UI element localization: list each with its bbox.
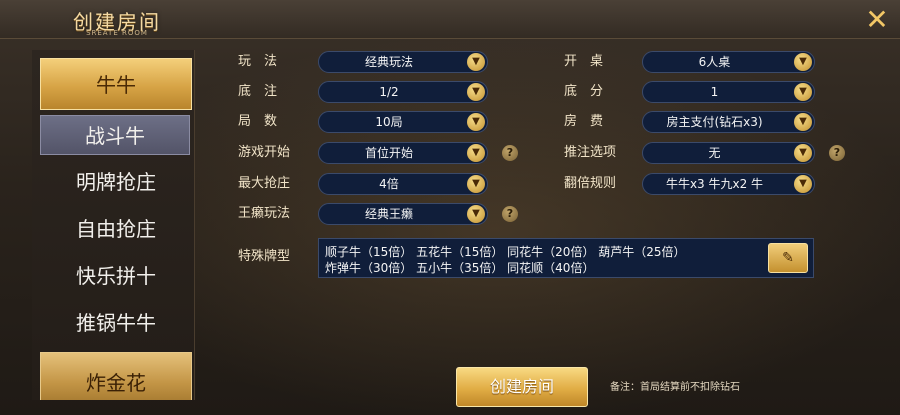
setting-label-fanbei: 翻倍规则 [564,176,617,191]
sidebar-item-kuaile[interactable]: 快乐拼十 [40,256,192,296]
create-room-button[interactable]: 创建房间 [456,367,588,407]
settings-area: 玩 法 经典玩法 ▼ 底 注 1/2 ▼ 局 数 10局 ▼ 游戏开始 首位开始… [205,42,890,407]
chevron-down-icon: ▼ [467,53,485,71]
setting-label-wanfa: 玩 法 [238,54,278,69]
select-value: 无 [708,146,721,160]
help-icon[interactable]: ? [502,206,518,222]
select-tuizhu[interactable]: 无 ▼ [642,142,815,164]
chevron-down-icon: ▼ [794,53,812,71]
sidebar-item-tuiguo[interactable]: 推锅牛牛 [40,303,192,343]
sidebar-item-label: 推锅牛牛 [76,311,156,335]
sidebar-category-niuniu[interactable]: 牛牛 [40,58,192,110]
select-start[interactable]: 首位开始 ▼ [318,142,488,164]
help-icon[interactable]: ? [829,145,845,161]
setting-label-maxqiang: 最大抢庄 [238,176,291,191]
setting-label-kaizhuo: 开 桌 [564,54,604,69]
select-value: 10局 [375,115,403,129]
sidebar-item-label: 快乐拼十 [76,264,156,288]
chevron-down-icon: ▼ [794,83,812,101]
chevron-down-icon: ▼ [467,144,485,162]
special-line-2: 炸弹牛（30倍） 五小牛（35倍） 同花顺（40倍） [325,261,595,275]
chevron-down-icon: ▼ [467,113,485,131]
select-dizhu[interactable]: 1/2 ▼ [318,81,488,103]
select-value: 1/2 [379,85,399,99]
special-label: 特殊牌型 [238,249,291,264]
chevron-down-icon: ▼ [467,83,485,101]
setting-label-tuizhu: 推注选项 [564,145,617,160]
select-maxqiang[interactable]: 4倍 ▼ [318,173,488,195]
select-jushu[interactable]: 10局 ▼ [318,111,488,133]
select-kaizhuo[interactable]: 6人桌 ▼ [642,51,815,73]
select-value: 牛牛x3 牛九x2 牛 [665,177,764,191]
select-value: 首位开始 [364,146,413,160]
setting-label-fangfei: 房 费 [564,114,604,129]
page-subtitle: SREATE ROOM [86,29,148,37]
help-icon[interactable]: ? [502,145,518,161]
setting-label-jushu: 局 数 [238,114,278,129]
close-icon[interactable]: ✕ [862,6,892,34]
sidebar-item-label: 炸金花 [86,371,146,395]
setting-label-difen: 底 分 [564,84,604,99]
footer-note: 备注：首局结算前不扣除钻石 [610,382,740,393]
select-wanfa[interactable]: 经典玩法 ▼ [318,51,488,73]
game-sidebar: 牛牛 战斗牛 明牌抢庄 自由抢庄 快乐拼十 推锅牛牛 炸金花 [32,50,195,400]
select-value: 经典王癞 [364,207,413,221]
chevron-down-icon: ▼ [794,175,812,193]
special-hands-box: 顺子牛（15倍） 五花牛（15倍） 同花牛（20倍） 葫芦牛（25倍） 炸弹牛（… [318,238,814,278]
chevron-down-icon: ▼ [794,113,812,131]
chevron-down-icon: ▼ [794,144,812,162]
sidebar-item-ziyou[interactable]: 自由抢庄 [40,209,192,249]
select-difen[interactable]: 1 ▼ [642,81,815,103]
select-value: 1 [710,85,719,99]
sidebar-item-label: 牛牛 [96,73,136,97]
select-value: 房主支付(钻石x3) [666,115,763,129]
sidebar-category-zhajinhua[interactable]: 炸金花 [40,352,192,400]
pencil-icon[interactable]: ✎ [768,243,808,273]
setting-label-wanglai: 王癞玩法 [238,206,291,221]
select-fangfei[interactable]: 房主支付(钻石x3) ▼ [642,111,815,133]
select-wanglai[interactable]: 经典王癞 ▼ [318,203,488,225]
header-bar: 创建房间 SREATE ROOM ✕ [0,0,900,39]
chevron-down-icon: ▼ [467,175,485,193]
setting-label-dizhu: 底 注 [238,84,278,99]
sidebar-item-label: 战斗牛 [85,124,145,148]
special-line-1: 顺子牛（15倍） 五花牛（15倍） 同花牛（20倍） 葫芦牛（25倍） [325,245,686,259]
create-room-panel: 创建房间 SREATE ROOM ✕ 牛牛 战斗牛 明牌抢庄 自由抢庄 快乐拼十… [0,0,900,415]
sidebar-item-label: 明牌抢庄 [76,170,156,194]
select-value: 6人桌 [698,55,731,69]
setting-label-start: 游戏开始 [238,145,291,160]
select-fanbei[interactable]: 牛牛x3 牛九x2 牛 ▼ [642,173,815,195]
sidebar-item-mingpai[interactable]: 明牌抢庄 [40,162,192,202]
select-value: 经典玩法 [364,55,413,69]
chevron-down-icon: ▼ [467,205,485,223]
sidebar-item-zhandouniu[interactable]: 战斗牛 [40,115,190,155]
select-value: 4倍 [379,177,399,191]
sidebar-item-label: 自由抢庄 [76,217,156,241]
